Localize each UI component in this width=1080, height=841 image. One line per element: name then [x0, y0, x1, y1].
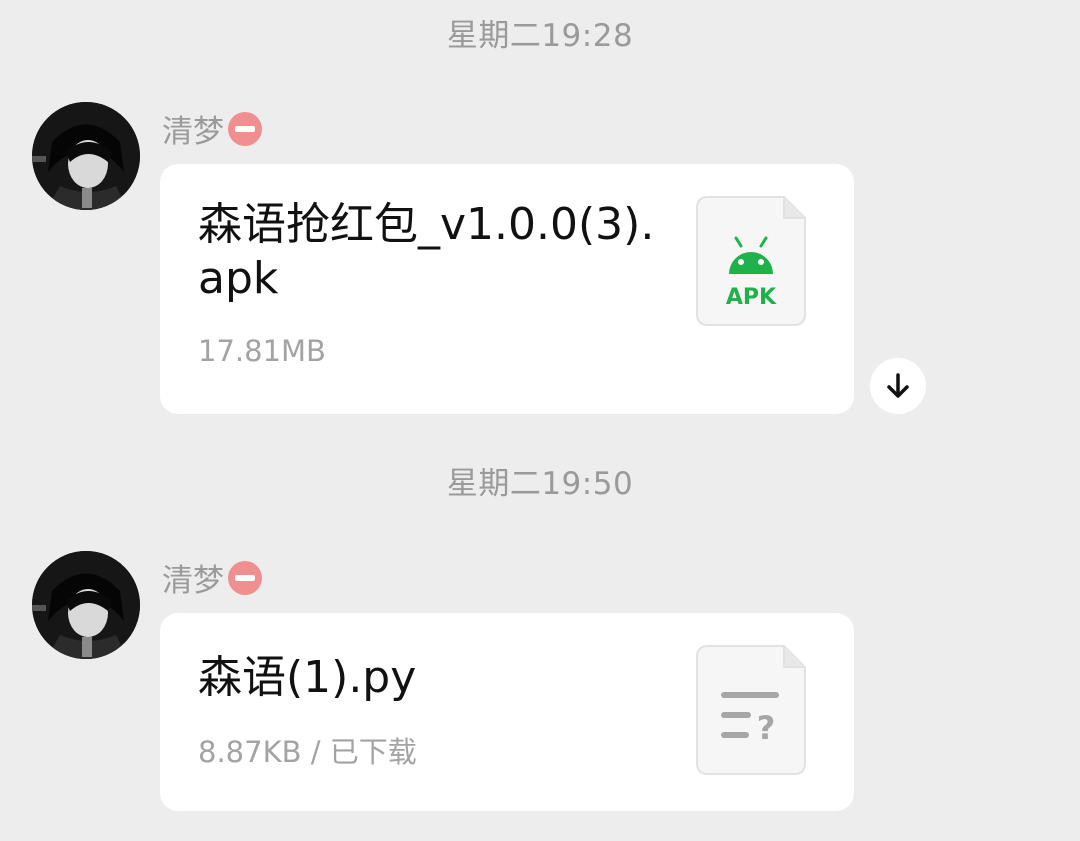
apk-file-icon: APK — [696, 196, 806, 326]
sender-name-row: 清梦 — [162, 555, 262, 600]
download-arrow-icon — [887, 373, 909, 398]
do-not-disturb-icon — [228, 111, 262, 146]
sender-name: 清梦 — [162, 563, 224, 599]
file-name: 森语(1).py — [198, 652, 417, 703]
file-name: 森语抢红包_v1.0.0(3).apk — [198, 199, 655, 304]
avatar-image — [32, 102, 140, 210]
avatar[interactable] — [32, 551, 140, 659]
apk-label: APK — [726, 285, 777, 310]
timestamp: 星期二19:50 — [446, 466, 634, 502]
download-button[interactable] — [870, 358, 926, 414]
file-message-bubble[interactable]: 森语抢红包_v1.0.0(3).apk 17.81MB APK — [160, 164, 854, 414]
file-size: 8.87KB / 已下载 — [198, 735, 417, 769]
avatar-image — [32, 551, 140, 659]
file-message-bubble[interactable]: 森语(1).py 8.87KB / 已下载 ? — [160, 613, 854, 811]
sender-name: 清梦 — [162, 114, 224, 150]
sender-name-row: 清梦 — [162, 106, 262, 151]
avatar[interactable] — [32, 102, 140, 210]
timestamp: 星期二19:28 — [446, 18, 634, 54]
file-size: 17.81MB — [198, 334, 326, 368]
unknown-file-icon: ? — [696, 645, 806, 775]
do-not-disturb-icon — [228, 560, 262, 595]
svg-text:?: ? — [757, 709, 776, 747]
